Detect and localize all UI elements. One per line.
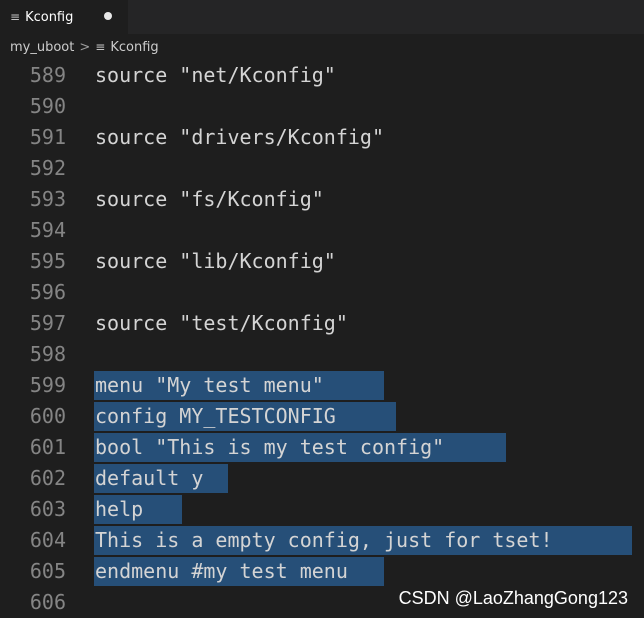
code-line: 593 source "fs/Kconfig" bbox=[0, 184, 644, 215]
breadcrumb-file[interactable]: Kconfig bbox=[110, 40, 158, 55]
code-line: 590 bbox=[0, 91, 644, 122]
line-text: menu "My test menu" bbox=[95, 373, 324, 397]
line-text: This is a empty config, just for tset! bbox=[95, 528, 553, 552]
file-list-icon: ≡ bbox=[95, 40, 106, 54]
line-number: 590 bbox=[29, 94, 66, 118]
code-line: 591 source "drivers/Kconfig" bbox=[0, 122, 644, 153]
watermark: CSDN @LaoZhangGong123 bbox=[398, 588, 628, 608]
line-number: 592 bbox=[29, 156, 66, 180]
code-line: 597 source "test/Kconfig" bbox=[0, 308, 644, 339]
tab-bar: ≡ Kconfig bbox=[0, 0, 644, 34]
code-line-selected: 603 help bbox=[0, 494, 644, 525]
line-number: 603 bbox=[29, 497, 66, 521]
chevron-right-icon: > bbox=[79, 39, 91, 55]
line-number: 594 bbox=[29, 218, 66, 242]
code-line: 594 bbox=[0, 215, 644, 246]
line-number: 593 bbox=[29, 187, 66, 211]
line-number: 595 bbox=[29, 249, 66, 273]
code-line-selected: 602 default y bbox=[0, 463, 644, 494]
line-text: default y bbox=[95, 466, 204, 490]
code-line-selected: 599 menu "My test menu" bbox=[0, 370, 644, 401]
file-list-icon: ≡ bbox=[10, 10, 21, 24]
code-line-selected: 605 endmenu #my test menu bbox=[0, 556, 644, 587]
line-text: source "lib/Kconfig" bbox=[95, 249, 336, 273]
line-number: 604 bbox=[29, 528, 66, 552]
line-number: 591 bbox=[29, 125, 66, 149]
line-number: 602 bbox=[29, 466, 66, 490]
line-text: endmenu #my test menu bbox=[95, 559, 348, 583]
tab-kconfig[interactable]: ≡ Kconfig bbox=[0, 0, 128, 34]
line-text: help bbox=[95, 497, 144, 521]
line-number: 601 bbox=[29, 435, 66, 459]
line-number: 596 bbox=[29, 280, 66, 304]
line-number: 597 bbox=[29, 311, 66, 335]
code-line-selected: 601 bool "This is my test config" bbox=[0, 432, 644, 463]
line-number: 598 bbox=[29, 342, 66, 366]
code-line: 598 bbox=[0, 339, 644, 370]
line-text: config MY_TESTCONFIG bbox=[95, 404, 336, 428]
code-line: 592 bbox=[0, 153, 644, 184]
code-line: 596 bbox=[0, 277, 644, 308]
line-text: source "fs/Kconfig" bbox=[95, 187, 324, 211]
code-line-selected: 604 This is a empty config, just for tse… bbox=[0, 525, 644, 556]
tab-label: Kconfig bbox=[25, 9, 74, 25]
breadcrumb-folder[interactable]: my_uboot bbox=[10, 40, 74, 55]
breadcrumb: my_uboot > ≡ Kconfig bbox=[0, 36, 644, 58]
line-number: 606 bbox=[29, 590, 66, 614]
line-number: 599 bbox=[29, 373, 66, 397]
line-text: bool "This is my test config" bbox=[95, 435, 445, 459]
line-text: source "test/Kconfig" bbox=[95, 311, 348, 335]
line-text: source "drivers/Kconfig" bbox=[95, 125, 384, 149]
line-text: source "net/Kconfig" bbox=[95, 63, 336, 87]
code-editor[interactable]: 589 source "net/Kconfig" 590 591 source … bbox=[0, 60, 644, 617]
line-number: 600 bbox=[29, 404, 66, 428]
line-number: 605 bbox=[29, 559, 66, 583]
code-line: 595 source "lib/Kconfig" bbox=[0, 246, 644, 277]
code-line-selected: 600 config MY_TESTCONFIG bbox=[0, 401, 644, 432]
code-line: 589 source "net/Kconfig" bbox=[0, 60, 644, 91]
unsaved-dot-icon[interactable] bbox=[104, 12, 112, 20]
line-number: 589 bbox=[29, 63, 66, 87]
